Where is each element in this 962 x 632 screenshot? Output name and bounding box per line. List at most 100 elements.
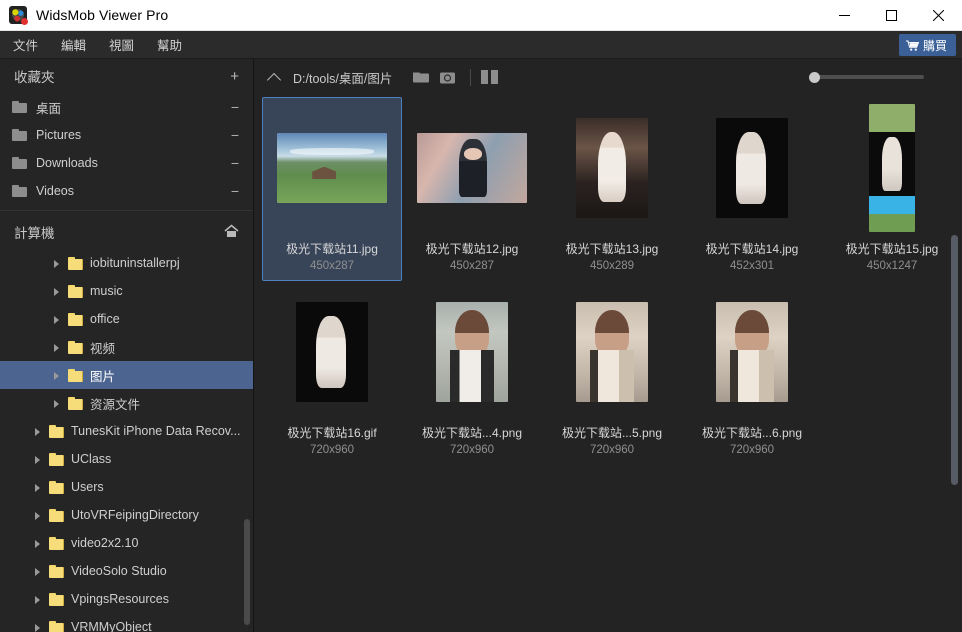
thumbnail-cell[interactable]: 极光下载站...4.png 720x960 xyxy=(402,281,542,465)
thumbnail-cell[interactable]: 极光下载站...5.png 720x960 xyxy=(542,281,682,465)
chevron-up-icon[interactable] xyxy=(268,70,282,84)
slider-handle[interactable] xyxy=(809,71,820,83)
tree-item[interactable]: 视频 xyxy=(0,333,253,361)
refresh-icon[interactable] xyxy=(434,66,460,88)
folder-icon xyxy=(49,508,64,522)
tree-item[interactable]: music xyxy=(0,277,253,305)
folder-icon xyxy=(68,396,83,410)
chevron-right-icon[interactable] xyxy=(33,595,42,604)
tree-item[interactable]: iobituninstallerpj xyxy=(0,249,253,277)
chevron-right-icon[interactable] xyxy=(33,427,42,436)
remove-favorite-icon[interactable]: − xyxy=(231,99,239,115)
split-view-icon[interactable] xyxy=(481,70,499,84)
sidebar-scrollbar[interactable] xyxy=(244,519,250,625)
thumbnail-size-slider[interactable] xyxy=(809,70,924,84)
thumbnail-image-box xyxy=(270,288,394,416)
tree-item-label: music xyxy=(90,284,123,298)
chevron-right-icon[interactable] xyxy=(52,315,61,324)
folder-icon xyxy=(68,340,83,354)
remove-favorite-icon[interactable]: − xyxy=(231,183,239,199)
chevron-right-icon[interactable] xyxy=(33,455,42,464)
tree-item[interactable]: 资源文件 xyxy=(0,389,253,417)
buy-button-label: 購買 xyxy=(922,38,947,53)
content-panel: D:/tools/桌面/图片 极光下载站11.jpg 450x287 极光下载站… xyxy=(254,59,962,632)
chevron-right-icon[interactable] xyxy=(33,483,42,492)
tree-item[interactable]: TunesKit iPhone Data Recov... xyxy=(0,417,253,445)
folder-icon xyxy=(49,620,64,632)
remove-favorite-icon[interactable]: − xyxy=(231,127,239,143)
tree-item[interactable]: UtoVRFeipingDirectory xyxy=(0,501,253,529)
thumbnail-cell[interactable]: 极光下载站...6.png 720x960 xyxy=(682,281,822,465)
thumbnail-dimensions: 450x289 xyxy=(589,260,635,272)
chevron-right-icon[interactable] xyxy=(52,343,61,352)
menu-file[interactable]: 文件 xyxy=(3,31,48,58)
thumbnail-cell[interactable]: 极光下载站15.jpg 450x1247 xyxy=(822,97,962,281)
computer-header: 計算機 xyxy=(0,215,253,249)
chevron-right-icon[interactable] xyxy=(33,567,42,576)
thumbnail-image-box xyxy=(830,104,954,232)
tree-item[interactable]: video2x2.10 xyxy=(0,529,253,557)
folder-open-icon[interactable] xyxy=(408,66,434,88)
main-body: 收藏夾 + 桌面 − Pictures − Downloads − Videos… xyxy=(0,59,962,632)
folder-tree: iobituninstallerpj music office 视频 图片资源文件 Tun… xyxy=(0,249,253,632)
tree-item[interactable]: VRMMyObject xyxy=(0,613,253,632)
chevron-right-icon[interactable] xyxy=(52,259,61,268)
app-logo-icon xyxy=(9,6,28,25)
content-scrollbar[interactable] xyxy=(951,235,958,485)
tree-item[interactable]: VpingsResources xyxy=(0,585,253,613)
tree-item[interactable]: Users xyxy=(0,473,253,501)
thumbnail-dimensions: 450x1247 xyxy=(866,260,918,272)
favorite-item-videos[interactable]: Videos − xyxy=(0,177,253,205)
thumbnail-image-box xyxy=(410,104,534,232)
thumbnail-image xyxy=(869,104,915,232)
thumbnail-filename: 极光下载站16.gif xyxy=(287,426,377,440)
thumbnail-filename: 极光下载站13.jpg xyxy=(565,242,659,256)
chevron-right-icon[interactable] xyxy=(33,623,42,632)
sidebar: 收藏夾 + 桌面 − Pictures − Downloads − Videos… xyxy=(0,59,254,632)
thumbnail-image xyxy=(277,133,387,203)
thumbnail-cell[interactable]: 极光下载站13.jpg 450x289 xyxy=(542,97,682,281)
favorite-item-downloads[interactable]: Downloads − xyxy=(0,149,253,177)
tree-item[interactable]: UClass xyxy=(0,445,253,473)
remove-favorite-icon[interactable]: − xyxy=(231,155,239,171)
chevron-right-icon[interactable] xyxy=(52,399,61,408)
folder-icon xyxy=(49,536,64,550)
thumbnail-image xyxy=(576,302,648,402)
tree-item-label: TunesKit iPhone Data Recov... xyxy=(71,424,241,438)
menu-edit[interactable]: 編輯 xyxy=(51,31,96,58)
minimize-button[interactable] xyxy=(821,0,868,31)
buy-button[interactable]: 購買 xyxy=(898,34,956,56)
window-title: WidsMob Viewer Pro xyxy=(36,7,169,23)
favorite-label: Downloads xyxy=(36,156,98,170)
favorite-item-desktop[interactable]: 桌面 − xyxy=(0,93,253,121)
maximize-button[interactable] xyxy=(868,0,915,31)
folder-icon xyxy=(68,256,83,270)
folder-icon xyxy=(68,368,83,382)
favorite-item-pictures[interactable]: Pictures − xyxy=(0,121,253,149)
menu-view[interactable]: 視圖 xyxy=(99,31,144,58)
slider-track xyxy=(815,75,924,79)
chevron-right-icon[interactable] xyxy=(33,539,42,548)
thumbnail-dimensions: 450x287 xyxy=(449,260,495,272)
tree-item-label: 资源文件 xyxy=(90,397,141,412)
thumbnail-image xyxy=(436,302,508,402)
chevron-right-icon[interactable] xyxy=(52,371,61,380)
home-icon[interactable] xyxy=(224,223,239,241)
close-button[interactable] xyxy=(915,0,962,31)
menu-help[interactable]: 幫助 xyxy=(147,31,192,58)
chevron-right-icon[interactable] xyxy=(52,287,61,296)
thumbnail-cell[interactable]: 极光下载站12.jpg 450x287 xyxy=(402,97,542,281)
tree-item[interactable]: VideoSolo Studio xyxy=(0,557,253,585)
thumbnail-image-box xyxy=(690,104,814,232)
tree-item[interactable]: office xyxy=(0,305,253,333)
tree-item[interactable]: 图片 xyxy=(0,361,253,389)
thumbnail-cell[interactable]: 极光下载站11.jpg 450x287 xyxy=(262,97,402,281)
favorites-title: 收藏夾 xyxy=(14,70,55,85)
thumbnail-filename: 极光下载站...4.png xyxy=(421,426,523,440)
path-breadcrumb[interactable]: D:/tools/桌面/图片 xyxy=(293,68,392,87)
thumbnail-image-box xyxy=(550,288,674,416)
thumbnail-cell[interactable]: 极光下载站16.gif 720x960 xyxy=(262,281,402,465)
add-favorite-icon[interactable]: + xyxy=(230,69,239,84)
chevron-right-icon[interactable] xyxy=(33,511,42,520)
thumbnail-cell[interactable]: 极光下载站14.jpg 452x301 xyxy=(682,97,822,281)
